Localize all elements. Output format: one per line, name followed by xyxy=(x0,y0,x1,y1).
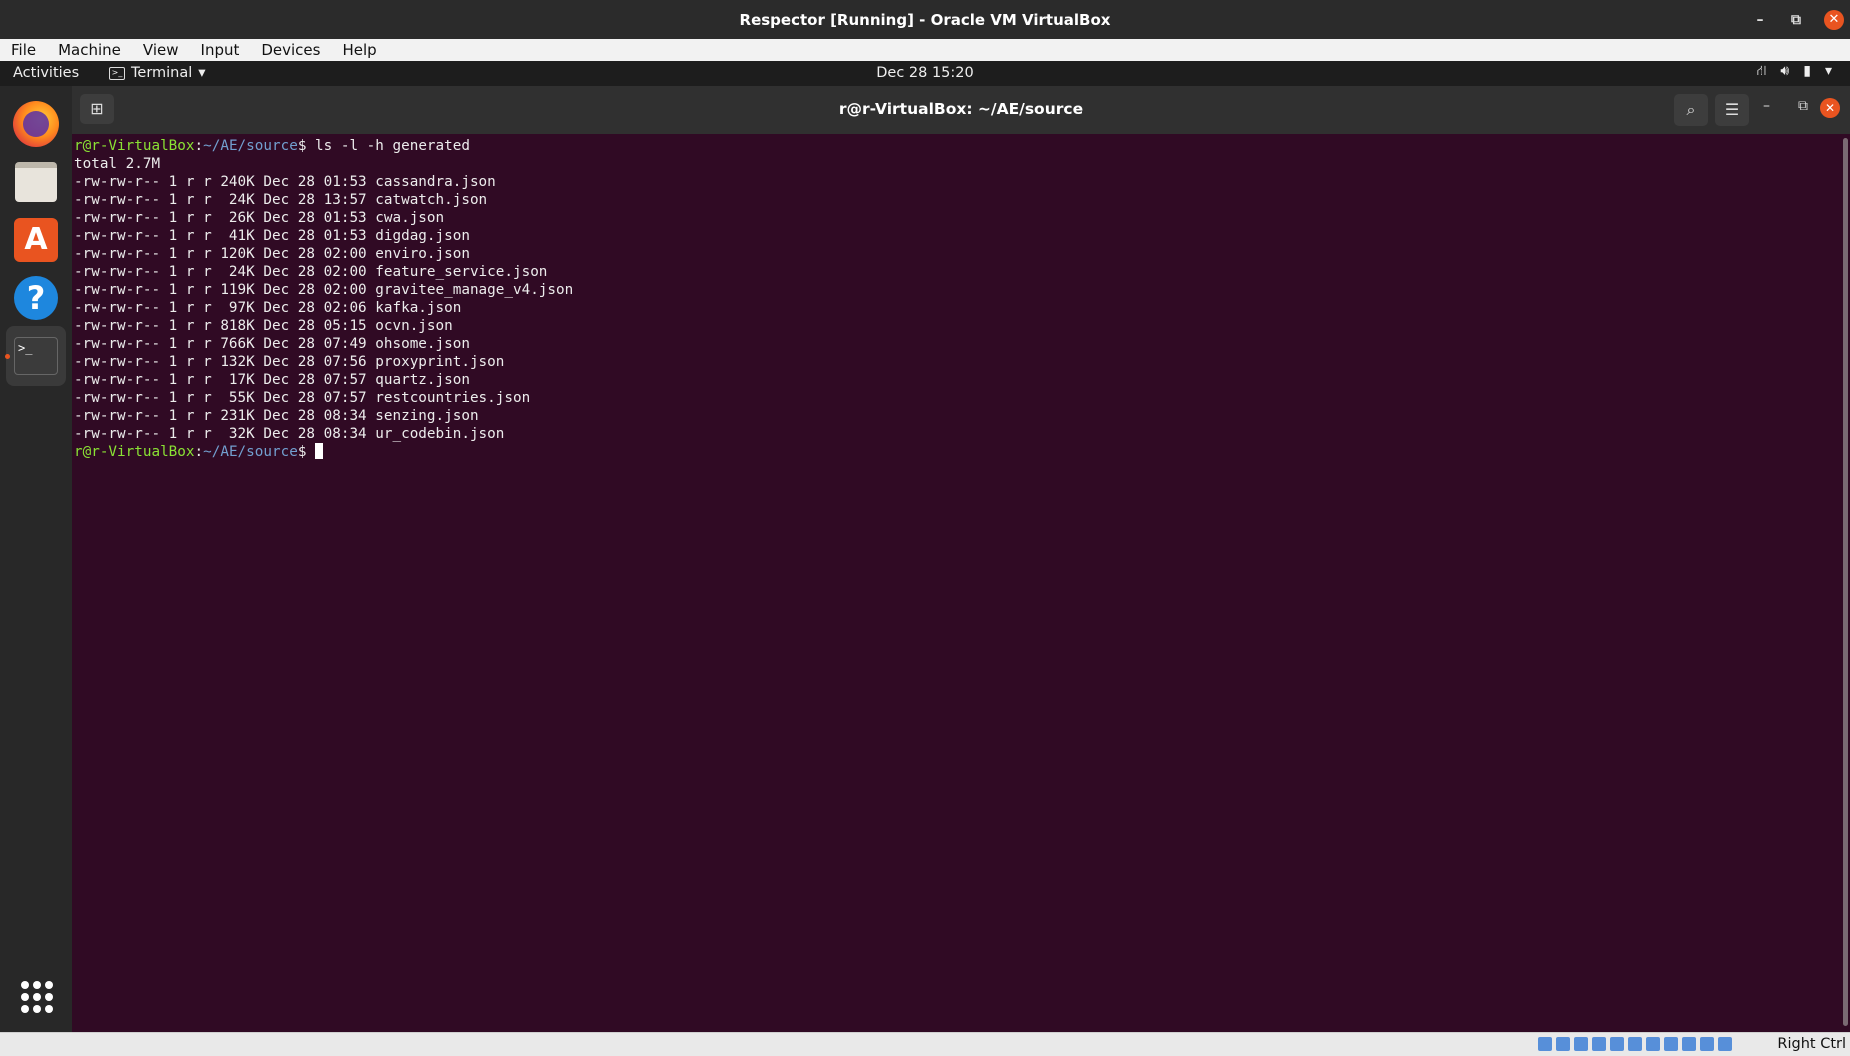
virtualbox-statusbar: Right Ctrl xyxy=(0,1032,1850,1056)
hard-disk-icon xyxy=(1538,1037,1552,1051)
menu-machine[interactable]: Machine xyxy=(47,41,132,59)
prompt-path: ~/AE/source xyxy=(203,444,298,460)
search-icon[interactable]: ⌕ xyxy=(1674,94,1708,126)
listing-row: -rw-rw-r-- 1 r r 17K Dec 28 07:57 quartz… xyxy=(74,372,470,388)
prompt-path: ~/AE/source xyxy=(203,138,298,154)
chevron-down-icon: ▾ xyxy=(1824,63,1832,79)
prompt-line: r@r-VirtualBox:~/AE/source$ ls -l -h gen… xyxy=(74,138,470,154)
prompt-line: r@r-VirtualBox:~/AE/source$ xyxy=(74,443,324,460)
close-icon[interactable]: ✕ xyxy=(1824,9,1844,30)
minimize-icon[interactable]: – xyxy=(1763,98,1770,114)
listing-row: -rw-rw-r-- 1 r r 55K Dec 28 07:57 restco… xyxy=(74,390,531,406)
listing-row: -rw-rw-r-- 1 r r 97K Dec 28 02:06 kafka.… xyxy=(74,300,462,316)
menu-devices[interactable]: Devices xyxy=(250,41,331,59)
close-icon[interactable]: ✕ xyxy=(1820,98,1840,118)
usb-icon xyxy=(1610,1037,1624,1051)
terminal-scrollbar[interactable] xyxy=(1842,134,1850,1032)
help-icon: ? xyxy=(14,276,58,320)
listing-row: -rw-rw-r-- 1 r r 26K Dec 28 01:53 cwa.js… xyxy=(74,210,445,226)
battery-icon: ▮ xyxy=(1803,63,1811,79)
terminal-output[interactable]: r@r-VirtualBox:~/AE/source$ ls -l -h gen… xyxy=(72,134,1842,1032)
recording-icon xyxy=(1664,1037,1678,1051)
virtualbox-menubar: File Machine View Input Devices Help xyxy=(0,39,1850,61)
dock-files[interactable] xyxy=(6,152,66,212)
prompt-user-host: r@r-VirtualBox xyxy=(74,138,195,154)
listing-row: -rw-rw-r-- 1 r r 32K Dec 28 08:34 ur_cod… xyxy=(74,426,505,442)
audio-icon xyxy=(1574,1037,1588,1051)
listing-row: -rw-rw-r-- 1 r r 24K Dec 28 13:57 catwat… xyxy=(74,192,488,208)
menu-help[interactable]: Help xyxy=(331,41,387,59)
listing-row: -rw-rw-r-- 1 r r 41K Dec 28 01:53 digdag… xyxy=(74,228,470,244)
terminal-headerbar: ⊞ r@r-VirtualBox: ~/AE/source ⌕ ☰ – ⧉ ✕ xyxy=(72,86,1850,134)
listing-row: -rw-rw-r-- 1 r r 120K Dec 28 02:00 envir… xyxy=(74,246,470,262)
menu-input[interactable]: Input xyxy=(190,41,251,59)
listing-row: -rw-rw-r-- 1 r r 119K Dec 28 02:00 gravi… xyxy=(74,282,574,298)
host-key-label: Right Ctrl xyxy=(1777,1036,1846,1052)
running-indicator xyxy=(5,354,10,359)
terminal-title: r@r-VirtualBox: ~/AE/source xyxy=(838,100,1084,118)
mouse-integration-icon xyxy=(1700,1037,1714,1051)
cpu-icon xyxy=(1682,1037,1696,1051)
network-icon: ⛙ xyxy=(1756,63,1767,79)
hamburger-menu-icon[interactable]: ☰ xyxy=(1715,94,1749,126)
network-icon xyxy=(1592,1037,1606,1051)
shared-folders-icon xyxy=(1628,1037,1642,1051)
minimize-icon[interactable]: – xyxy=(1752,12,1768,28)
listing-row: -rw-rw-r-- 1 r r 240K Dec 28 01:53 cassa… xyxy=(74,174,496,190)
menu-view[interactable]: View xyxy=(132,41,190,59)
restore-icon[interactable]: ⧉ xyxy=(1788,12,1804,28)
command-text: ls -l -h generated xyxy=(315,138,470,154)
listing-row: -rw-rw-r-- 1 r r 231K Dec 28 08:34 senzi… xyxy=(74,408,479,424)
total-line: total 2.7M xyxy=(74,156,161,172)
optical-drive-icon xyxy=(1556,1037,1570,1051)
listing-row: -rw-rw-r-- 1 r r 766K Dec 28 07:49 ohsom… xyxy=(74,336,470,352)
listing-row: -rw-rw-r-- 1 r r 24K Dec 28 02:00 featur… xyxy=(74,264,548,280)
window-controls: – ⧉ ✕ xyxy=(1752,0,1844,39)
listing-row: -rw-rw-r-- 1 r r 818K Dec 28 05:15 ocvn.… xyxy=(74,318,453,334)
dock-ubuntu-software[interactable]: A xyxy=(6,210,66,270)
dock-firefox[interactable] xyxy=(6,94,66,154)
files-icon xyxy=(15,162,57,202)
keyboard-icon xyxy=(1718,1037,1732,1051)
dock-terminal[interactable]: >_ xyxy=(6,326,66,386)
restore-icon[interactable]: ⧉ xyxy=(1798,98,1808,114)
device-status-icons[interactable] xyxy=(1538,1037,1732,1051)
menu-file[interactable]: File xyxy=(0,41,47,59)
gnome-top-bar: Activities >_ Terminal ▾ Dec 28 15:20 ⛙ … xyxy=(0,61,1850,86)
text-cursor xyxy=(315,443,324,459)
volume-icon: 🔊︎ xyxy=(1780,63,1790,79)
ubuntu-dock: A ? >_ xyxy=(0,86,72,1032)
vm-window-titlebar: Respector [Running] - Oracle VM VirtualB… xyxy=(0,0,1850,39)
clock[interactable]: Dec 28 15:20 xyxy=(0,65,1850,81)
firefox-icon xyxy=(13,101,59,147)
software-store-icon: A xyxy=(14,218,58,262)
terminal-icon: >_ xyxy=(14,337,58,375)
show-applications-icon[interactable] xyxy=(21,981,53,1013)
prompt-user-host: r@r-VirtualBox xyxy=(74,444,195,460)
display-icon xyxy=(1646,1037,1660,1051)
vm-window-title: Respector [Running] - Oracle VM VirtualB… xyxy=(739,10,1111,29)
system-tray[interactable]: ⛙ 🔊︎ ▮ ▾ xyxy=(1757,63,1832,81)
dock-help[interactable]: ? xyxy=(6,268,66,328)
listing-row: -rw-rw-r-- 1 r r 132K Dec 28 07:56 proxy… xyxy=(74,354,505,370)
